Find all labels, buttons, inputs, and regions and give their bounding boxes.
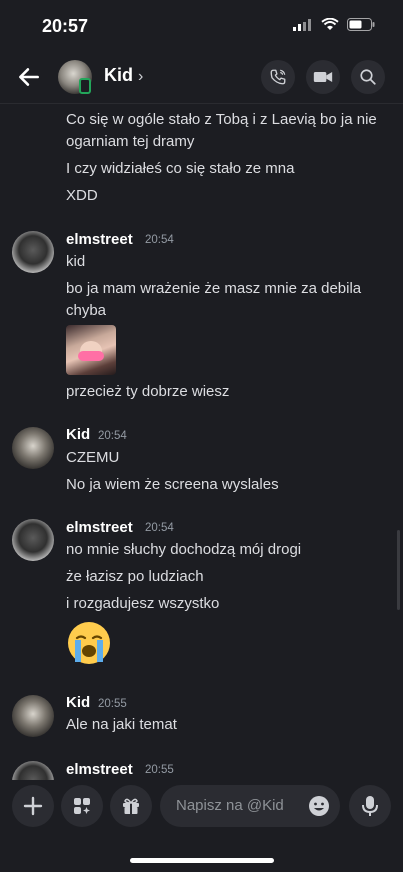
message-input[interactable]: Napisz na @Kid xyxy=(160,785,340,827)
message-author[interactable]: elmstreet xyxy=(66,519,133,536)
message-text: przecież ty dobrze wiesz xyxy=(66,383,230,400)
battery-icon xyxy=(347,18,375,31)
mobile-status-icon xyxy=(79,78,91,94)
message-timestamp: 20:55 xyxy=(145,764,174,776)
message-text: CZEMU xyxy=(66,449,120,466)
message-text: I czy widziałeś co się stało ze mna xyxy=(66,160,295,177)
add-button[interactable] xyxy=(12,785,54,827)
message-text: Co się w ogóle stało z Tobą i z Laevią b… xyxy=(66,111,377,128)
home-indicator[interactable] xyxy=(130,858,274,863)
message-input-placeholder: Napisz na @Kid xyxy=(176,797,284,814)
chevron-right-icon[interactable]: › xyxy=(138,68,143,86)
phone-icon xyxy=(270,69,286,85)
message-timestamp: 20:55 xyxy=(98,698,127,710)
signal-icon xyxy=(293,18,311,31)
message-text: no mnie słuchy dochodzą mój drogi xyxy=(66,541,302,558)
avatar-kid[interactable] xyxy=(12,427,54,469)
message-author[interactable]: elmstreet xyxy=(66,761,133,778)
gif-hand xyxy=(78,351,104,361)
message-author[interactable]: elmstreet xyxy=(66,231,133,248)
voice-message-button[interactable] xyxy=(349,785,391,827)
message-text: ogarniam tej dramy xyxy=(66,133,195,150)
message-text: Ale na jaki temat xyxy=(66,716,177,733)
avatar-elmstreet[interactable] xyxy=(12,231,54,273)
header-divider xyxy=(0,103,403,104)
message-text: chyba xyxy=(66,302,107,319)
message-timestamp: 20:54 xyxy=(98,430,127,442)
video-call-button[interactable] xyxy=(306,60,340,94)
message-timestamp: 20:54 xyxy=(145,234,174,246)
wifi-icon xyxy=(321,18,339,30)
apps-button[interactable] xyxy=(61,785,103,827)
back-arrow-icon[interactable] xyxy=(16,64,42,90)
message-text: XDD xyxy=(66,187,98,204)
message-author[interactable]: Kid xyxy=(66,694,90,711)
status-icons xyxy=(293,18,375,31)
message-timestamp: 20:54 xyxy=(145,522,174,534)
plus-icon xyxy=(23,796,43,816)
avatar-kid[interactable] xyxy=(12,695,54,737)
message-text: kid xyxy=(66,253,86,270)
message-text: że łazisz po ludziach xyxy=(66,568,204,585)
message-text: bo ja mam wrażenie że masz mnie za debil… xyxy=(66,280,362,297)
message-text: i rozgadujesz wszystko xyxy=(66,595,220,612)
gif-attachment[interactable] xyxy=(66,325,116,375)
gift-button[interactable] xyxy=(110,785,152,827)
scrollbar[interactable] xyxy=(397,530,400,610)
microphone-icon xyxy=(362,796,378,816)
search-icon xyxy=(360,69,376,85)
message-text: No ja wiem że screena wyslales xyxy=(66,476,279,493)
search-button[interactable] xyxy=(351,60,385,94)
emoji-icon[interactable] xyxy=(308,795,330,817)
message-author[interactable]: Kid xyxy=(66,426,90,443)
status-time: 20:57 xyxy=(42,16,89,36)
gift-icon xyxy=(123,798,139,814)
crying-emoji xyxy=(68,622,110,664)
call-button[interactable] xyxy=(261,60,295,94)
video-camera-icon xyxy=(313,72,333,82)
dm-title[interactable]: Kid xyxy=(104,65,133,86)
avatar-elmstreet[interactable] xyxy=(12,519,54,561)
apps-icon xyxy=(74,798,90,814)
